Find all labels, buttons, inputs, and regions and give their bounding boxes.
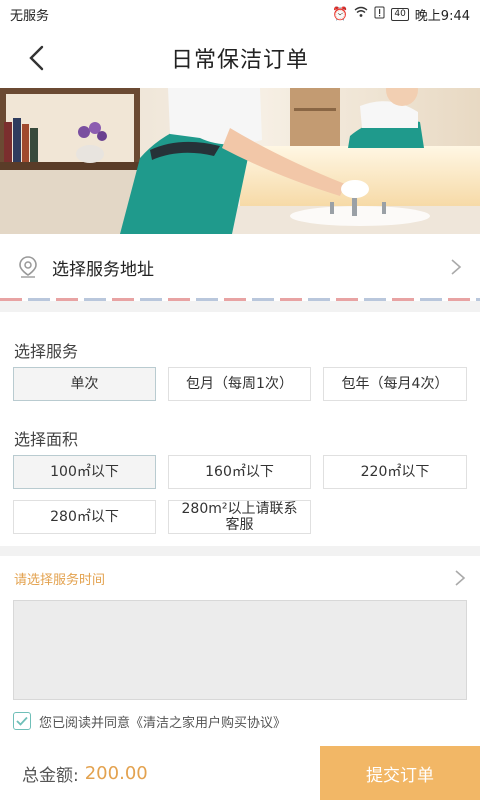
alarm-icon: ⏰	[332, 6, 349, 22]
total-label: 总金额:	[22, 765, 79, 786]
area-section-title: 选择面积	[14, 430, 79, 449]
chevron-right-icon	[451, 259, 462, 275]
status-icons: ⏰ 40 晚上9:44	[332, 5, 470, 24]
page-title: 日常保洁订单	[170, 48, 309, 73]
area-option-220[interactable]: 220㎡以下	[323, 455, 467, 489]
chevron-left-icon	[29, 45, 44, 71]
total-amount: 200.00	[84, 762, 148, 784]
address-label: 选择服务地址	[52, 259, 154, 280]
airmail-divider	[0, 298, 480, 301]
back-button[interactable]	[20, 42, 52, 74]
service-option-monthly[interactable]: 包月（每周1次）	[168, 367, 311, 401]
top-bar: 日常保洁订单	[0, 28, 480, 88]
carrier-text: 无服务	[10, 8, 50, 24]
battery-icon: 40	[391, 7, 409, 21]
service-option-yearly[interactable]: 包年（每月4次）	[323, 367, 467, 401]
location-pin-icon	[19, 256, 37, 278]
sim-alert-icon	[374, 6, 385, 23]
bottom-bar: 总金额: 200.00 提交订单	[0, 746, 480, 800]
check-icon	[16, 716, 28, 726]
clock-text: 晚上9:44	[414, 8, 470, 24]
time-label: 请选择服务时间	[14, 572, 106, 588]
service-section-title: 选择服务	[14, 342, 79, 361]
total-section: 总金额: 200.00	[0, 746, 320, 800]
area-option-160[interactable]: 160㎡以下	[168, 455, 311, 489]
agreement-checkbox[interactable]	[13, 712, 31, 730]
select-time-row[interactable]: 请选择服务时间	[14, 568, 466, 588]
area-option-100[interactable]: 100㎡以下	[13, 455, 156, 489]
notes-textarea[interactable]	[13, 600, 467, 700]
agreement-row[interactable]: 您已阅读并同意《清洁之家用户购买协议》	[13, 710, 286, 732]
banner-image	[0, 88, 480, 234]
wifi-icon	[354, 6, 368, 22]
area-option-contact[interactable]: 280m²以上请联系客服	[168, 500, 311, 534]
time-panel: 请选择服务时间 您已阅读并同意《清洁之家用户购买协议》	[0, 556, 480, 746]
chevron-right-icon	[455, 570, 466, 586]
area-option-280[interactable]: 280㎡以下	[13, 500, 156, 534]
submit-order-button[interactable]: 提交订单	[320, 746, 480, 800]
status-bar: 无服务 ⏰ 40 晚上9:44	[0, 0, 480, 28]
agreement-text[interactable]: 您已阅读并同意《清洁之家用户购买协议》	[39, 712, 286, 731]
service-option-single[interactable]: 单次	[13, 367, 156, 401]
service-panel: 选择服务 单次 包月（每周1次） 包年（每月4次） 选择面积 100㎡以下 16…	[0, 312, 480, 546]
select-address-row[interactable]: 选择服务地址	[0, 234, 480, 300]
